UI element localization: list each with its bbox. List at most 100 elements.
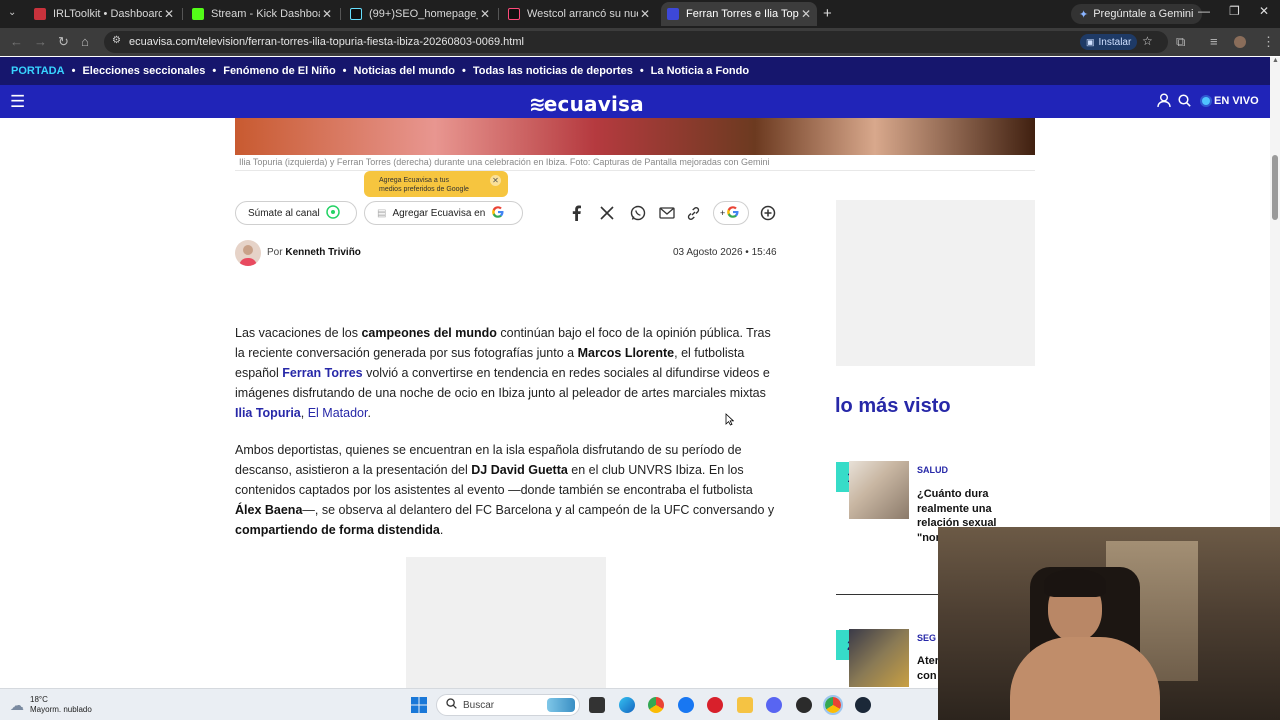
tab-close-icon[interactable]: ✕ <box>799 7 813 21</box>
irltoolkit-icon <box>34 8 46 20</box>
install-app-icon: ▣ <box>1086 36 1095 47</box>
nav-noticias-mundo[interactable]: Noticias del mundo <box>354 65 455 77</box>
tab-westcol[interactable]: Westcol arrancó su nuevo proy ✕ <box>502 2 656 26</box>
scroll-up-icon[interactable]: ▲ <box>1272 57 1279 64</box>
chrome-active-icon[interactable] <box>823 695 843 715</box>
paragraph-text: Las vacaciones de los <box>235 326 362 340</box>
extensions-icon[interactable]: ⧉ <box>1176 35 1185 49</box>
nav-noticia-a-fondo[interactable]: La Noticia a Fondo <box>651 65 749 77</box>
tab-close-icon[interactable]: ✕ <box>638 7 652 21</box>
obs-icon[interactable] <box>796 697 812 713</box>
nav-el-nino[interactable]: Fenómeno de El Niño <box>223 65 335 77</box>
facebook-icon[interactable] <box>678 697 694 713</box>
article-link[interactable]: Ilia Topuria <box>235 406 301 420</box>
tooltip-line: Agrega Ecuavisa a tus <box>379 177 450 184</box>
gemini-button[interactable]: ✦ Pregúntale a Gemini <box>1071 4 1202 24</box>
close-window-icon[interactable]: ✕ <box>1259 4 1269 18</box>
tab-close-icon[interactable]: ✕ <box>478 7 492 21</box>
search-icon[interactable] <box>1178 94 1191 112</box>
tooltip-close-icon[interactable]: ✕ <box>490 175 501 186</box>
google-preferred-tooltip: Agrega Ecuavisa a tus medios preferidos … <box>364 171 508 197</box>
section-tag[interactable]: SALUD <box>917 465 948 475</box>
tab-search-icon[interactable]: ⌄ <box>8 7 16 18</box>
whatsapp-share-icon[interactable] <box>629 204 647 222</box>
new-tab-icon[interactable]: + <box>823 5 832 22</box>
tab-divider <box>182 8 183 20</box>
byline-prefix: Por <box>267 247 283 258</box>
gemini-sparkle-icon: ✦ <box>1079 8 1089 21</box>
join-channel-button[interactable]: Súmate al canal <box>235 201 357 225</box>
ecuavisa-logo[interactable]: ≋ecuavisa <box>529 92 644 116</box>
red-app-icon[interactable] <box>707 697 723 713</box>
tab-label: Stream - Kick Dashboard <box>211 8 320 20</box>
x-share-icon[interactable] <box>598 204 616 222</box>
google-g-icon <box>726 205 740 222</box>
tab-ferran-torres[interactable]: Ferran Torres e Ilia Topuria son ✕ <box>661 2 817 26</box>
restore-icon[interactable]: ❐ <box>1229 4 1240 18</box>
article-thumbnail[interactable] <box>849 629 909 687</box>
browser-menu-icon[interactable]: ⋮ <box>1262 35 1275 49</box>
email-share-icon[interactable] <box>658 204 676 222</box>
live-dot-icon <box>1202 97 1210 105</box>
hamburger-menu-icon[interactable]: ☰ <box>10 92 25 112</box>
most-viewed-headline[interactable]: Ater con <box>917 654 939 688</box>
add-google-button[interactable]: ▤ Agregar Ecuavisa en <box>364 201 523 225</box>
mouse-cursor-icon <box>725 413 734 426</box>
home-icon[interactable]: ⌂ <box>81 35 89 49</box>
weather-widget[interactable]: ☁ 18°C Mayorm. nublado <box>10 695 92 715</box>
site-header: ☰ ≋ecuavisa EN VIVO <box>0 85 1280 118</box>
taskbar-search[interactable]: Buscar <box>436 694 580 716</box>
minimize-icon[interactable]: — <box>1198 4 1210 18</box>
copy-link-icon[interactable] <box>684 204 702 222</box>
article-thumbnail[interactable] <box>849 461 909 519</box>
steam-icon[interactable] <box>855 697 871 713</box>
profile-avatar[interactable] <box>1234 36 1246 48</box>
bold-text: compartiendo de forma distendida <box>235 523 440 537</box>
section-tag[interactable]: SEG <box>917 633 936 643</box>
browser-toolbar: ← → ↻ ⌂ ⚙ ecuavisa.com/television/ferran… <box>0 28 1280 56</box>
install-label: Instalar <box>1098 36 1132 48</box>
facebook-share-icon[interactable] <box>567 204 585 222</box>
article-link[interactable]: El Matador <box>308 406 368 420</box>
tab-kick-dashboard[interactable]: Stream - Kick Dashboard ✕ <box>186 2 338 26</box>
tab-close-icon[interactable]: ✕ <box>162 7 176 21</box>
bold-text: DJ David Guetta <box>471 463 568 477</box>
google-preferred-button[interactable]: + <box>713 201 749 225</box>
tab-seo-title[interactable]: (99+)SEO_homepage_title ✕ <box>344 2 496 26</box>
edge-icon[interactable] <box>619 697 635 713</box>
nav-elecciones[interactable]: Elecciones seccionales <box>82 65 205 77</box>
nav-deportes[interactable]: Todas las noticias de deportes <box>473 65 633 77</box>
reading-list-icon[interactable]: ≡ <box>1210 35 1218 49</box>
gemini-label: Pregúntale a Gemini <box>1093 8 1194 20</box>
reload-icon[interactable]: ↻ <box>58 35 69 49</box>
taskbar-search-placeholder: Buscar <box>463 699 495 711</box>
task-view-icon[interactable] <box>589 697 605 713</box>
user-icon[interactable] <box>1157 93 1171 113</box>
file-explorer-icon[interactable] <box>737 697 753 713</box>
forward-icon[interactable]: → <box>34 35 47 49</box>
sidebar-ad-placeholder <box>836 200 1035 366</box>
back-icon[interactable]: ← <box>10 35 23 49</box>
bold-text: Marcos Llorente <box>577 346 675 360</box>
discord-icon[interactable] <box>766 697 782 713</box>
paragraph-text: , <box>300 406 308 420</box>
windows-start-icon[interactable] <box>411 697 427 718</box>
nav-portada[interactable]: PORTADA <box>11 65 65 77</box>
scrollbar-thumb[interactable] <box>1272 155 1278 220</box>
bookmark-star-icon[interactable]: ☆ <box>1142 34 1153 48</box>
author-name[interactable]: Kenneth Triviño <box>285 247 361 258</box>
tab-label: (99+)SEO_homepage_title <box>369 8 478 20</box>
more-share-icon[interactable] <box>759 204 777 222</box>
tab-irltoolkit[interactable]: IRLToolkit • Dashboard ✕ <box>28 2 180 26</box>
address-bar[interactable]: ⚙ ecuavisa.com/television/ferran-torres-… <box>104 31 1168 53</box>
plus-label: + <box>720 208 726 218</box>
author-avatar[interactable] <box>235 240 261 266</box>
tab-close-icon[interactable]: ✕ <box>320 7 334 21</box>
site-info-icon[interactable]: ⚙ <box>112 35 121 46</box>
live-button[interactable]: EN VIVO <box>1202 95 1259 107</box>
install-button[interactable]: ▣ Instalar <box>1080 34 1138 50</box>
browser-tab-strip: ⌄ IRLToolkit • Dashboard ✕ Stream - Kick… <box>0 0 1280 28</box>
article-link[interactable]: Ferran Torres <box>282 366 362 380</box>
ecuavisa-favicon <box>667 8 679 20</box>
chrome-icon[interactable] <box>648 697 664 713</box>
